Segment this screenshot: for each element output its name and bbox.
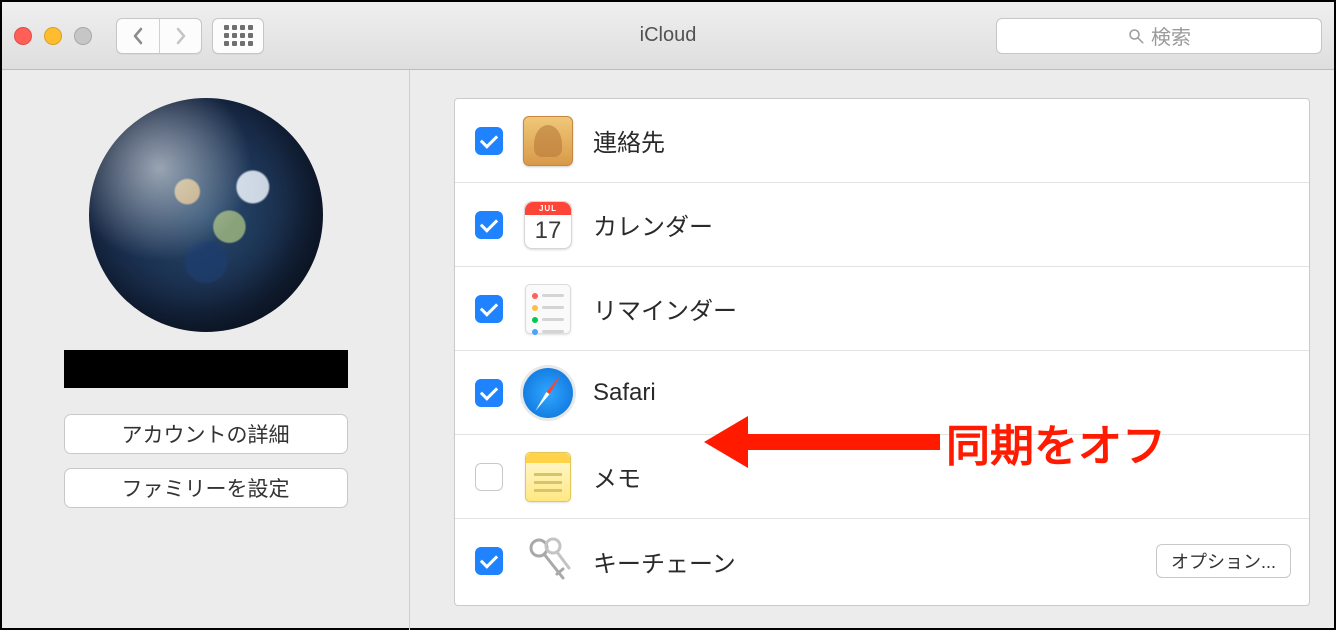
service-keychain-options-button[interactable]: オプション... [1156, 544, 1291, 578]
minimize-window-button[interactable] [44, 27, 62, 45]
service-row-calendar: JUL17 カレンダー [455, 183, 1309, 267]
service-reminders-checkbox[interactable] [475, 295, 503, 323]
service-calendar-checkbox[interactable] [475, 211, 503, 239]
family-setup-label: ファミリーを設定 [122, 473, 290, 503]
service-safari-label: Safari [593, 379, 656, 407]
options-label: オプション... [1171, 548, 1276, 574]
service-row-keychain: キーチェーン オプション... [455, 519, 1309, 603]
search-input[interactable]: 検索 [996, 18, 1322, 54]
account-details-button[interactable]: アカウントの詳細 [64, 414, 348, 454]
contacts-icon [523, 116, 573, 166]
service-reminders-label: リマインダー [593, 291, 737, 326]
zoom-window-button[interactable] [74, 27, 92, 45]
service-contacts-label: 連絡先 [593, 123, 665, 158]
service-notes-label: メモ [593, 459, 641, 494]
service-safari-checkbox[interactable] [475, 379, 503, 407]
service-calendar-label: カレンダー [593, 207, 713, 242]
service-row-notes: メモ [455, 435, 1309, 519]
account-name-redacted [64, 350, 348, 388]
grid-icon [224, 25, 253, 46]
service-keychain-label: キーチェーン [593, 544, 736, 579]
nav-group [116, 18, 202, 54]
keychain-icon [523, 534, 573, 588]
window-title: iCloud [640, 24, 697, 47]
search-placeholder: 検索 [1151, 21, 1191, 50]
reminders-icon [525, 284, 571, 334]
service-row-reminders: リマインダー [455, 267, 1309, 351]
service-row-contacts: 連絡先 [455, 99, 1309, 183]
safari-icon [523, 368, 573, 418]
notes-icon [525, 452, 571, 502]
show-all-button[interactable] [212, 18, 264, 54]
account-avatar-globe-icon [89, 98, 323, 332]
forward-button[interactable] [159, 19, 201, 53]
family-setup-button[interactable]: ファミリーを設定 [64, 468, 348, 508]
account-details-label: アカウントの詳細 [122, 419, 290, 449]
service-contacts-checkbox[interactable] [475, 127, 503, 155]
calendar-icon: JUL17 [524, 201, 572, 249]
service-row-safari: Safari [455, 351, 1309, 435]
close-window-button[interactable] [14, 27, 32, 45]
search-icon [1127, 27, 1145, 45]
icloud-services-list: 連絡先 JUL17 カレンダーリマインダー Safari メモキーチェーン オプション..… [454, 98, 1310, 606]
traffic-lights [14, 27, 92, 45]
service-keychain-checkbox[interactable] [475, 547, 503, 575]
service-notes-checkbox[interactable] [475, 463, 503, 491]
chevron-right-icon [175, 27, 187, 45]
back-button[interactable] [117, 19, 159, 53]
sidebar: アカウントの詳細 ファミリーを設定 [2, 70, 410, 630]
titlebar: iCloud 検索 [2, 2, 1334, 70]
chevron-left-icon [132, 27, 144, 45]
